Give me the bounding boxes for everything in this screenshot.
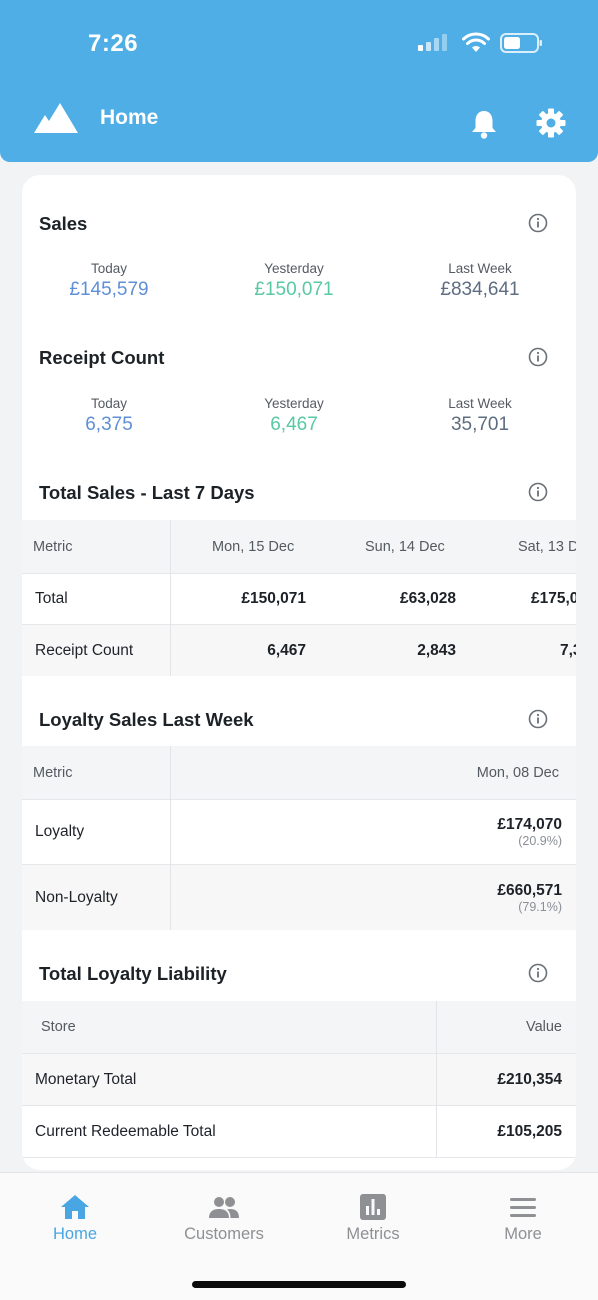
cell-value: £63,028 xyxy=(399,590,456,607)
table-row: Non-Loyalty £660,571 (79.1%) xyxy=(22,865,576,930)
status-icons xyxy=(418,32,544,54)
row-label: Loyalty xyxy=(35,823,85,840)
total-sales-info-icon[interactable] xyxy=(528,482,548,502)
receipts-lastweek: Last Week 35,701 xyxy=(390,396,570,436)
wifi-icon xyxy=(462,32,490,52)
status-time: 7:26 xyxy=(88,30,139,57)
table-row: Receipt Count 6,467 2,843 7,3 xyxy=(22,625,576,676)
tab-more[interactable]: More xyxy=(448,1191,598,1244)
receipts-today-value: 6,375 xyxy=(85,414,133,435)
receipts-yesterday-label: Yesterday xyxy=(264,396,324,411)
battery-icon xyxy=(500,33,542,53)
row-label: Monetary Total xyxy=(35,1070,137,1088)
loyalty-title: Loyalty Sales Last Week xyxy=(39,709,254,730)
liability-info-icon[interactable] xyxy=(528,963,548,983)
row-label: Total xyxy=(35,590,68,607)
table-header-row: Metric Mon, 15 Dec Sun, 14 Dec Sat, 13 D… xyxy=(22,520,576,573)
column-divider xyxy=(436,1001,437,1157)
menu-icon xyxy=(510,1198,536,1217)
receipts-info-icon[interactable] xyxy=(528,347,548,367)
sales-lastweek-value: £834,641 xyxy=(440,279,520,300)
cell-value: 7,3 xyxy=(560,641,576,659)
table-header-row: Store Value xyxy=(22,1001,576,1053)
column-header: Metric xyxy=(33,764,73,781)
gear-icon[interactable] xyxy=(536,108,566,138)
total-sales-table[interactable]: Metric Mon, 15 Dec Sun, 14 Dec Sat, 13 D… xyxy=(22,520,576,676)
row-label: Non-Loyalty xyxy=(35,888,118,906)
receipts-title: Receipt Count xyxy=(39,347,165,368)
sales-title: Sales xyxy=(39,213,88,234)
sales-today-label: Today xyxy=(90,261,128,276)
table-row: Monetary Total £210,354 xyxy=(22,1054,576,1105)
signal-icon xyxy=(418,34,447,51)
home-indicator[interactable] xyxy=(192,1281,406,1288)
loyalty-table[interactable]: Metric Mon, 08 Dec Loyalty £174,070 (20.… xyxy=(22,746,576,930)
home-icon xyxy=(61,1195,89,1219)
receipts-lastweek-value: 35,701 xyxy=(450,414,510,435)
total-sales-title: Total Sales - Last 7 Days xyxy=(39,482,255,503)
receipts-lastweek-label: Last Week xyxy=(448,396,512,411)
receipts-yesterday-value: 6,467 xyxy=(270,414,318,435)
table-row: Loyalty £174,070 (20.9%) xyxy=(22,800,576,864)
loyalty-percent: (20.9%) xyxy=(518,834,562,848)
tab-more-label: More xyxy=(504,1225,542,1243)
sales-lastweek: Last Week £834,641 xyxy=(390,261,570,301)
cell-value: £175,0 xyxy=(531,590,576,607)
sales-info-icon[interactable] xyxy=(528,213,548,233)
liability-table[interactable]: Store Value Monetary Total £210,354 Curr… xyxy=(22,1001,576,1158)
page-title: Home xyxy=(100,106,159,129)
table-row: Current Redeemable Total £105,205 xyxy=(22,1106,576,1157)
non-loyalty-percent: (79.1%) xyxy=(518,899,562,914)
row-label: Current Redeemable Total xyxy=(35,1122,216,1140)
column-divider xyxy=(170,520,171,676)
cell-value: 2,843 xyxy=(417,641,456,659)
chart-icon xyxy=(360,1194,386,1220)
cell-value: 6,467 xyxy=(267,641,306,659)
sales-lastweek-label: Last Week xyxy=(448,261,512,276)
receipts-today-label: Today xyxy=(90,396,128,411)
receipts-yesterday: Yesterday 6,467 xyxy=(204,396,384,436)
receipts-today: Today 6,375 xyxy=(22,396,199,436)
cell-value: £210,354 xyxy=(497,1070,562,1088)
tab-customers-label: Customers xyxy=(184,1225,264,1243)
row-label: Receipt Count xyxy=(35,641,134,659)
loyalty-value: £174,070 xyxy=(497,816,562,833)
tab-home[interactable]: Home xyxy=(0,1191,150,1244)
sales-yesterday-label: Yesterday xyxy=(264,261,324,276)
non-loyalty-value: £660,571 xyxy=(497,881,562,899)
column-header: Sun, 14 Dec xyxy=(365,538,445,555)
cell-value: £174,070 (20.9%) xyxy=(382,800,562,864)
sales-today-value: £145,579 xyxy=(69,279,149,300)
tab-metrics[interactable]: Metrics xyxy=(298,1191,448,1244)
sales-yesterday-value: £150,071 xyxy=(254,279,334,300)
sales-yesterday: Yesterday £150,071 xyxy=(204,261,384,301)
bell-icon[interactable] xyxy=(470,108,498,140)
column-divider xyxy=(170,746,171,930)
cell-value: £105,205 xyxy=(497,1122,562,1140)
liability-title: Total Loyalty Liability xyxy=(39,963,227,984)
table-row: Total £150,071 £63,028 £175,0 xyxy=(22,574,576,624)
app-header: 7:26 Home xyxy=(0,0,598,162)
column-header: Value xyxy=(525,1019,562,1035)
tab-metrics-label: Metrics xyxy=(346,1225,400,1243)
people-icon xyxy=(209,1197,239,1218)
divider xyxy=(22,1157,576,1158)
dashboard-card: Sales Today £145,579 Yesterday £150,071 … xyxy=(22,175,576,1170)
mountain-logo-icon xyxy=(34,103,78,133)
cell-value: £150,071 xyxy=(241,590,306,607)
column-header: Mon, 15 Dec xyxy=(212,538,295,555)
sales-today: Today £145,579 xyxy=(22,261,199,301)
loyalty-info-icon[interactable] xyxy=(528,709,548,729)
tab-home-label: Home xyxy=(52,1225,97,1243)
table-header-row: Metric Mon, 08 Dec xyxy=(22,746,576,799)
column-header: Mon, 08 Dec xyxy=(476,764,559,781)
cell-value: £660,571 (79.1%) xyxy=(382,865,562,930)
column-header: Metric xyxy=(33,538,73,555)
column-header: Store xyxy=(41,1019,76,1035)
column-header: Sat, 13 Dec xyxy=(518,538,576,555)
tab-customers[interactable]: Customers xyxy=(149,1191,299,1244)
